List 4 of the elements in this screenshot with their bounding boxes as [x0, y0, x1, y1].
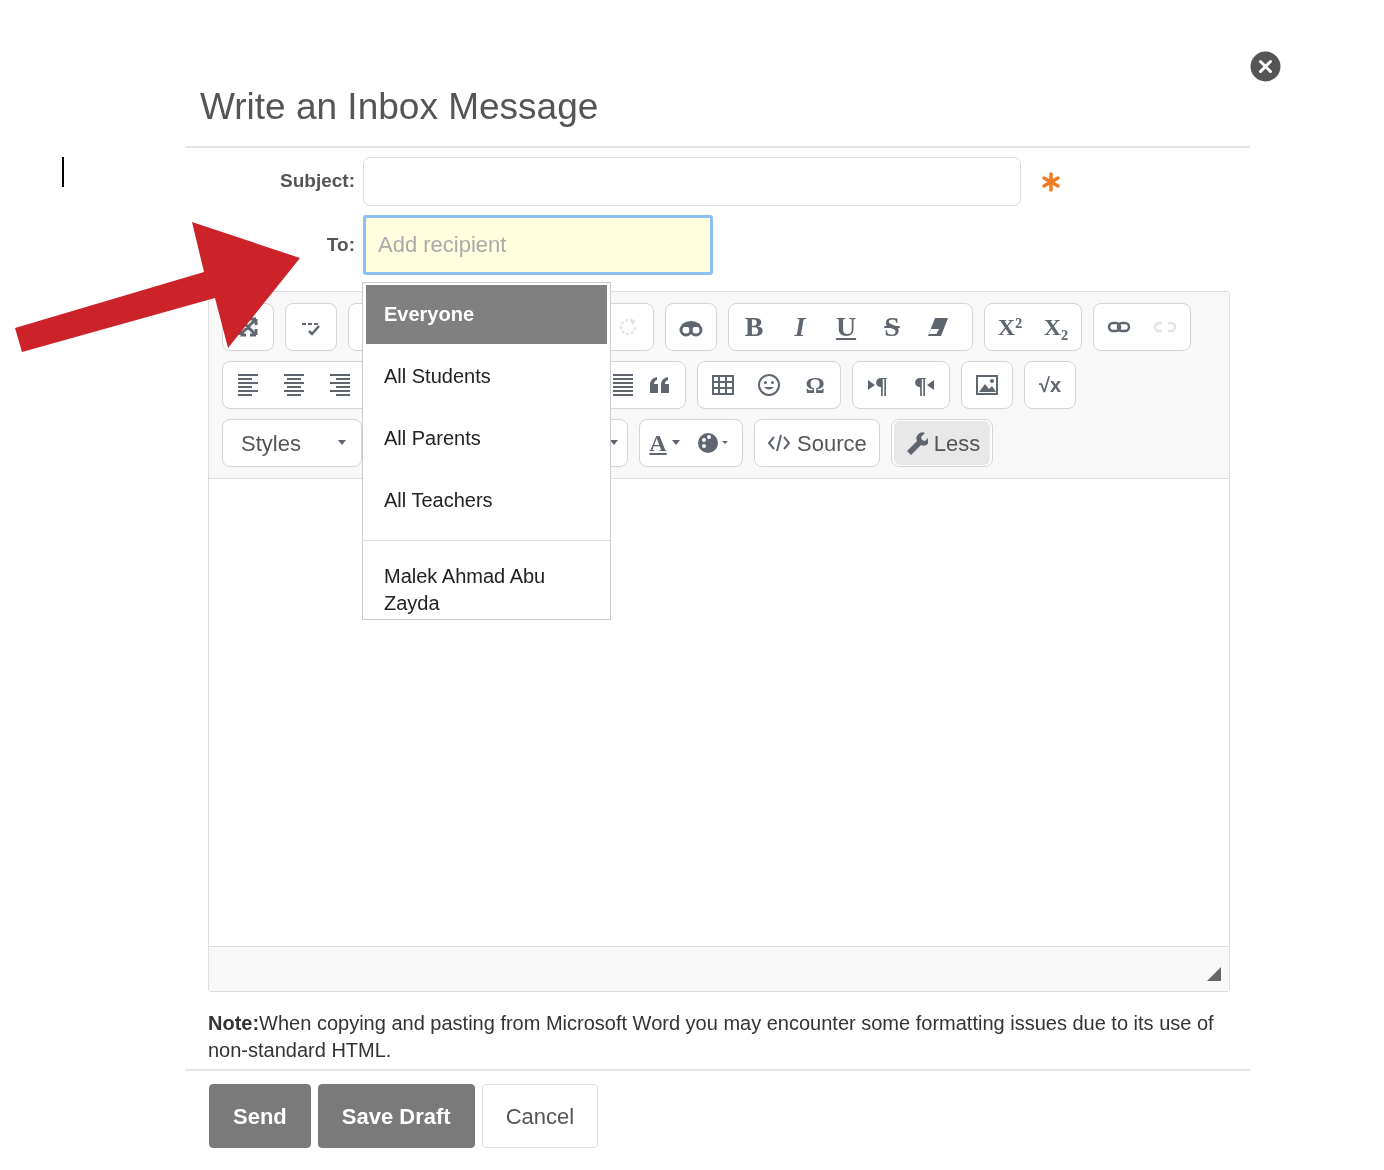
field-label: To: [325, 232, 355, 257]
note-text: Note:When copying and pasting from Microsoft Word you may encounter some formatting issues due to its use of non-standard HTML. [208, 1011, 1215, 1063]
field-label: Subject: [279, 169, 355, 194]
dialog-title: Write an Inbox Message [200, 85, 600, 129]
